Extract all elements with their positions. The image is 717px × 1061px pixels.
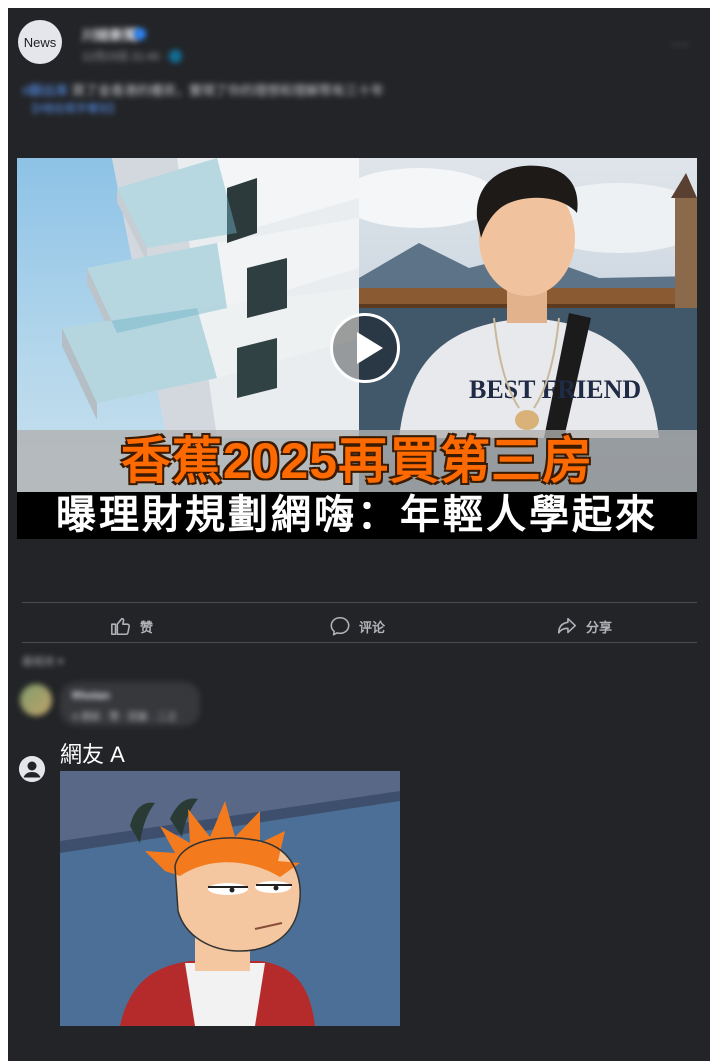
caption-text: 買了金香港的樓房，實現了你的理想和理解幣有三十年 [71, 83, 384, 98]
video-thumbnail[interactable]: BEST FRIEND 香蕉2025再買第三房 曝理財規劃網嗨：年輕人學起來 [17, 158, 697, 539]
share-button[interactable]: 分享 [556, 614, 612, 638]
comment-meme-image[interactable] [60, 771, 400, 1026]
comment-label: 评论 [359, 619, 386, 635]
actions-divider-top [22, 602, 697, 603]
post-card: News 川娃新聞 12月23日 21:43 · 🌐 ··· #翻出來 買了金香… [8, 8, 710, 1061]
thumbnail-title-line2: 曝理財規劃網嗨：年輕人學起來 [17, 492, 697, 539]
comment-bubble-icon [330, 616, 350, 636]
share-arrow-icon [557, 617, 577, 634]
play-icon [357, 332, 383, 364]
page-avatar[interactable]: News [18, 20, 62, 64]
page-name[interactable]: 川娃新聞 [82, 25, 138, 45]
actions-divider-bottom [22, 642, 697, 643]
comment-sort-dropdown[interactable]: 最相关 ▾ [22, 653, 64, 669]
comment-button[interactable]: 评论 [329, 614, 385, 638]
caption-link[interactable]: 【#他在呢手哪兒】 [26, 100, 120, 116]
page-avatar-label: News [23, 34, 57, 50]
post-caption: #翻出來 買了金香港的樓房，實現了你的理想和理解幣有三十年 [22, 80, 384, 99]
play-button[interactable] [330, 313, 400, 383]
like-label: 赞 [140, 619, 154, 635]
post-timestamp[interactable]: 12月23日 21:43 · 🌐 [82, 48, 183, 64]
caption-hashtag[interactable]: #翻出來 [22, 83, 68, 98]
thumbs-up-icon [111, 617, 130, 636]
commenter-name[interactable]: Rhotan [72, 690, 110, 702]
like-button[interactable]: 赞 [110, 614, 153, 638]
commenter-avatar[interactable] [20, 684, 52, 716]
thumbnail-title-line1: 香蕉2025再買第三房 [17, 430, 697, 492]
verified-badge-icon [134, 28, 146, 40]
comment-meta: 4 週前 · 赞 · 回复 · 二之 [72, 712, 177, 723]
more-options-button[interactable]: ··· [671, 36, 690, 54]
user-avatar-icon[interactable] [19, 756, 45, 782]
comment-author-name[interactable]: 網友 A [60, 737, 125, 769]
svg-text:BEST FRIEND: BEST FRIEND [469, 375, 641, 404]
share-label: 分享 [586, 619, 613, 635]
